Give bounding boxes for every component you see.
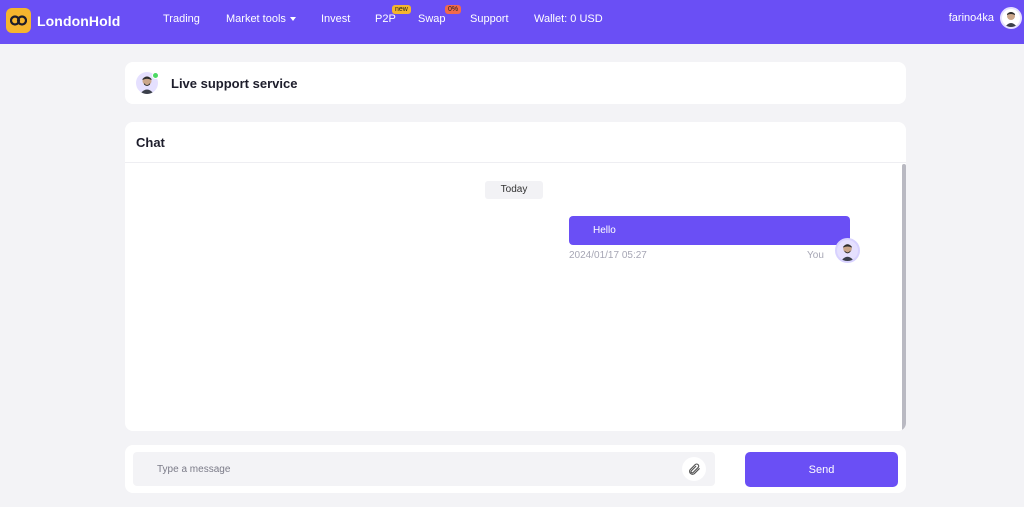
page-title: Live support service <box>171 76 298 91</box>
nav-item-swap[interactable]: Swap <box>418 12 446 26</box>
link-icon <box>6 8 31 33</box>
brand-name: LondonHold <box>37 12 121 29</box>
chat-scrollbar[interactable] <box>902 164 906 431</box>
nav-item-support[interactable]: Support <box>470 12 509 26</box>
chat-header: Chat <box>125 122 906 163</box>
avatar[interactable] <box>1000 7 1022 29</box>
support-header-card: Live support service <box>125 62 906 104</box>
nav-item-invest[interactable]: Invest <box>321 12 350 26</box>
chat-title: Chat <box>136 135 165 150</box>
fee-badge: 0% <box>445 5 462 14</box>
nav-item-market-tools[interactable]: Market tools <box>226 12 296 26</box>
username[interactable]: farino4ka <box>949 12 994 24</box>
message-input[interactable] <box>133 452 715 486</box>
chat-panel: Chat Today Hello 2024/01/17 05:27 You <box>125 122 906 431</box>
date-divider: Today <box>485 181 543 199</box>
message-sender: You <box>807 250 824 261</box>
nav-item-trading[interactable]: Trading <box>163 12 200 26</box>
message-timestamp: 2024/01/17 05:27 <box>569 250 647 261</box>
message-bubble: Hello <box>569 216 850 245</box>
brand[interactable]: LondonHold <box>6 8 120 33</box>
paperclip-icon[interactable] <box>682 457 706 481</box>
online-status-dot <box>152 72 159 79</box>
nav-item-p2p[interactable]: P2P <box>375 12 396 26</box>
top-navbar: LondonHold Trading Market tools Invest P… <box>0 0 1024 44</box>
nav-item-label: Market tools <box>226 13 286 25</box>
avatar <box>835 238 860 263</box>
chevron-down-icon <box>289 17 296 22</box>
new-badge: new <box>392 5 411 14</box>
wallet-balance[interactable]: Wallet: 0 USD <box>534 12 603 26</box>
send-button[interactable]: Send <box>745 452 898 487</box>
message-composer: Send <box>125 445 906 493</box>
